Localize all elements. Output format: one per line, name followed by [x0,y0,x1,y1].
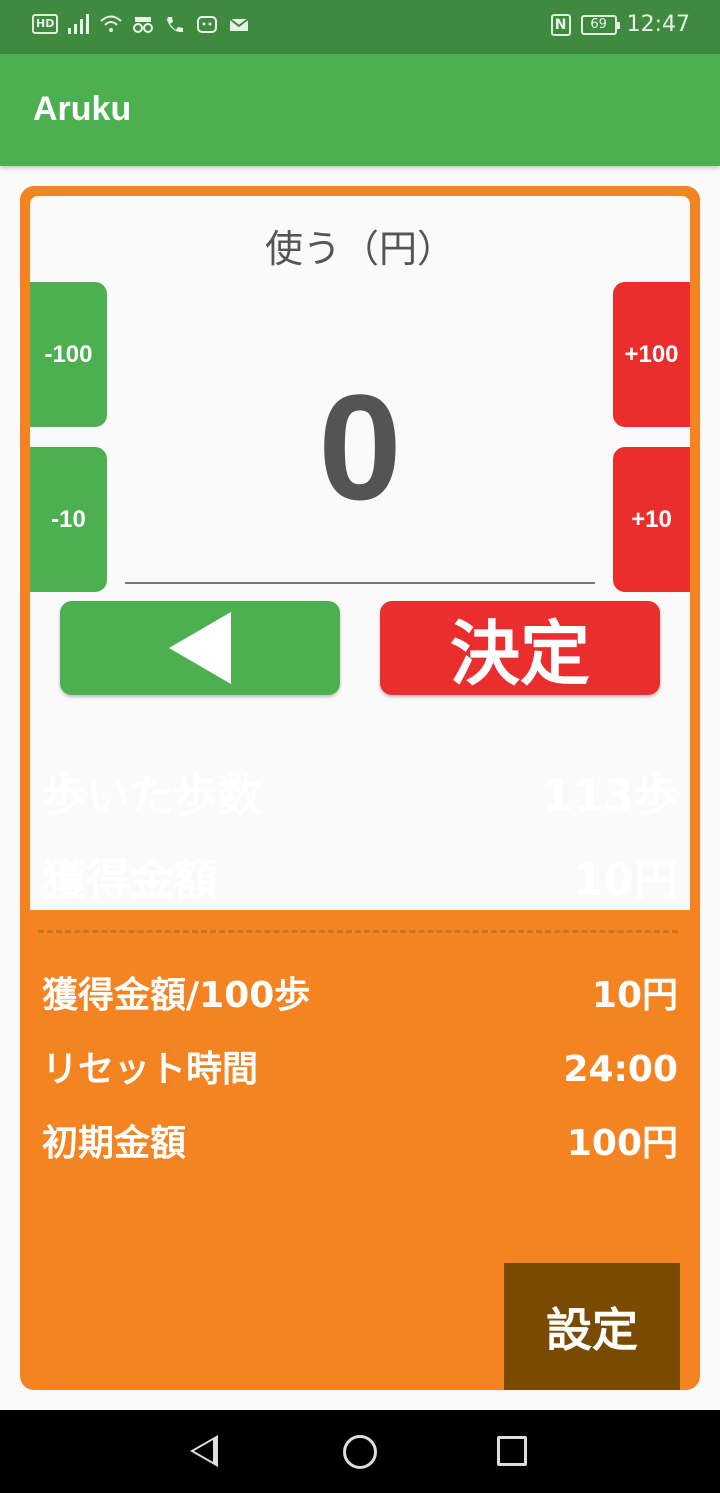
call-icon [164,14,186,34]
divider [38,930,678,933]
initial-value: 100円 [566,1123,678,1164]
app-title: Aruku [33,90,132,128]
initial-row: 初期金額 100円 [42,1114,678,1166]
status-right: N 69 12:47 [550,12,690,37]
system-nav-bar [0,1410,720,1493]
clock: 12:47 [626,12,690,37]
rate-value: 10円 [591,975,678,1016]
hd-badge: HD [32,14,59,34]
reset-row: リセット時間 24:00 [42,1040,678,1092]
steps-row: 歩いた歩数 113歩 [42,760,678,824]
earned-value: 10円 [572,855,678,906]
nav-recent-icon[interactable] [497,1436,527,1466]
app-bar: Aruku [0,54,720,166]
status-left: HD [32,14,250,34]
plus-100-button[interactable]: +100 [613,282,690,427]
reset-value: 24:00 [563,1049,678,1090]
amount-underline [125,582,595,584]
rate-row: 獲得金額/100歩 10円 [42,966,678,1018]
incognito-icon [132,14,154,34]
main-card: 使う（円） -100 -10 +100 +10 0 決定 歩いた歩数 113歩 … [20,186,700,1390]
earned-label: 獲得金額 [42,855,218,906]
wifi-icon [100,14,123,34]
use-title: 使う（円） [264,227,455,271]
steps-value: 113歩 [542,771,678,822]
status-bar: HD N 69 12:47 [0,0,720,54]
battery-icon: 69 [580,14,620,35]
amount-display: 0 [318,363,402,531]
rate-label: 獲得金額/100歩 [42,975,311,1016]
minus-100-button[interactable]: -100 [30,282,107,427]
face-icon [196,14,218,34]
nav-home-icon[interactable] [343,1435,377,1469]
earned-row: 獲得金額 10円 [42,844,678,908]
initial-label: 初期金額 [42,1123,187,1164]
steps-label: 歩いた歩数 [42,771,262,822]
plus-10-button[interactable]: +10 [613,447,690,592]
nav-back-icon[interactable] [190,1435,218,1467]
confirm-button[interactable]: 決定 [380,601,660,695]
minus-10-button[interactable]: -10 [30,447,107,592]
back-button[interactable] [60,601,340,695]
back-triangle-icon [169,612,231,684]
nfc-icon: N [550,13,571,36]
reset-label: リセット時間 [42,1049,259,1090]
settings-button[interactable]: 設定 [504,1263,680,1390]
mail-icon [228,14,250,34]
signal-icon [68,14,90,34]
